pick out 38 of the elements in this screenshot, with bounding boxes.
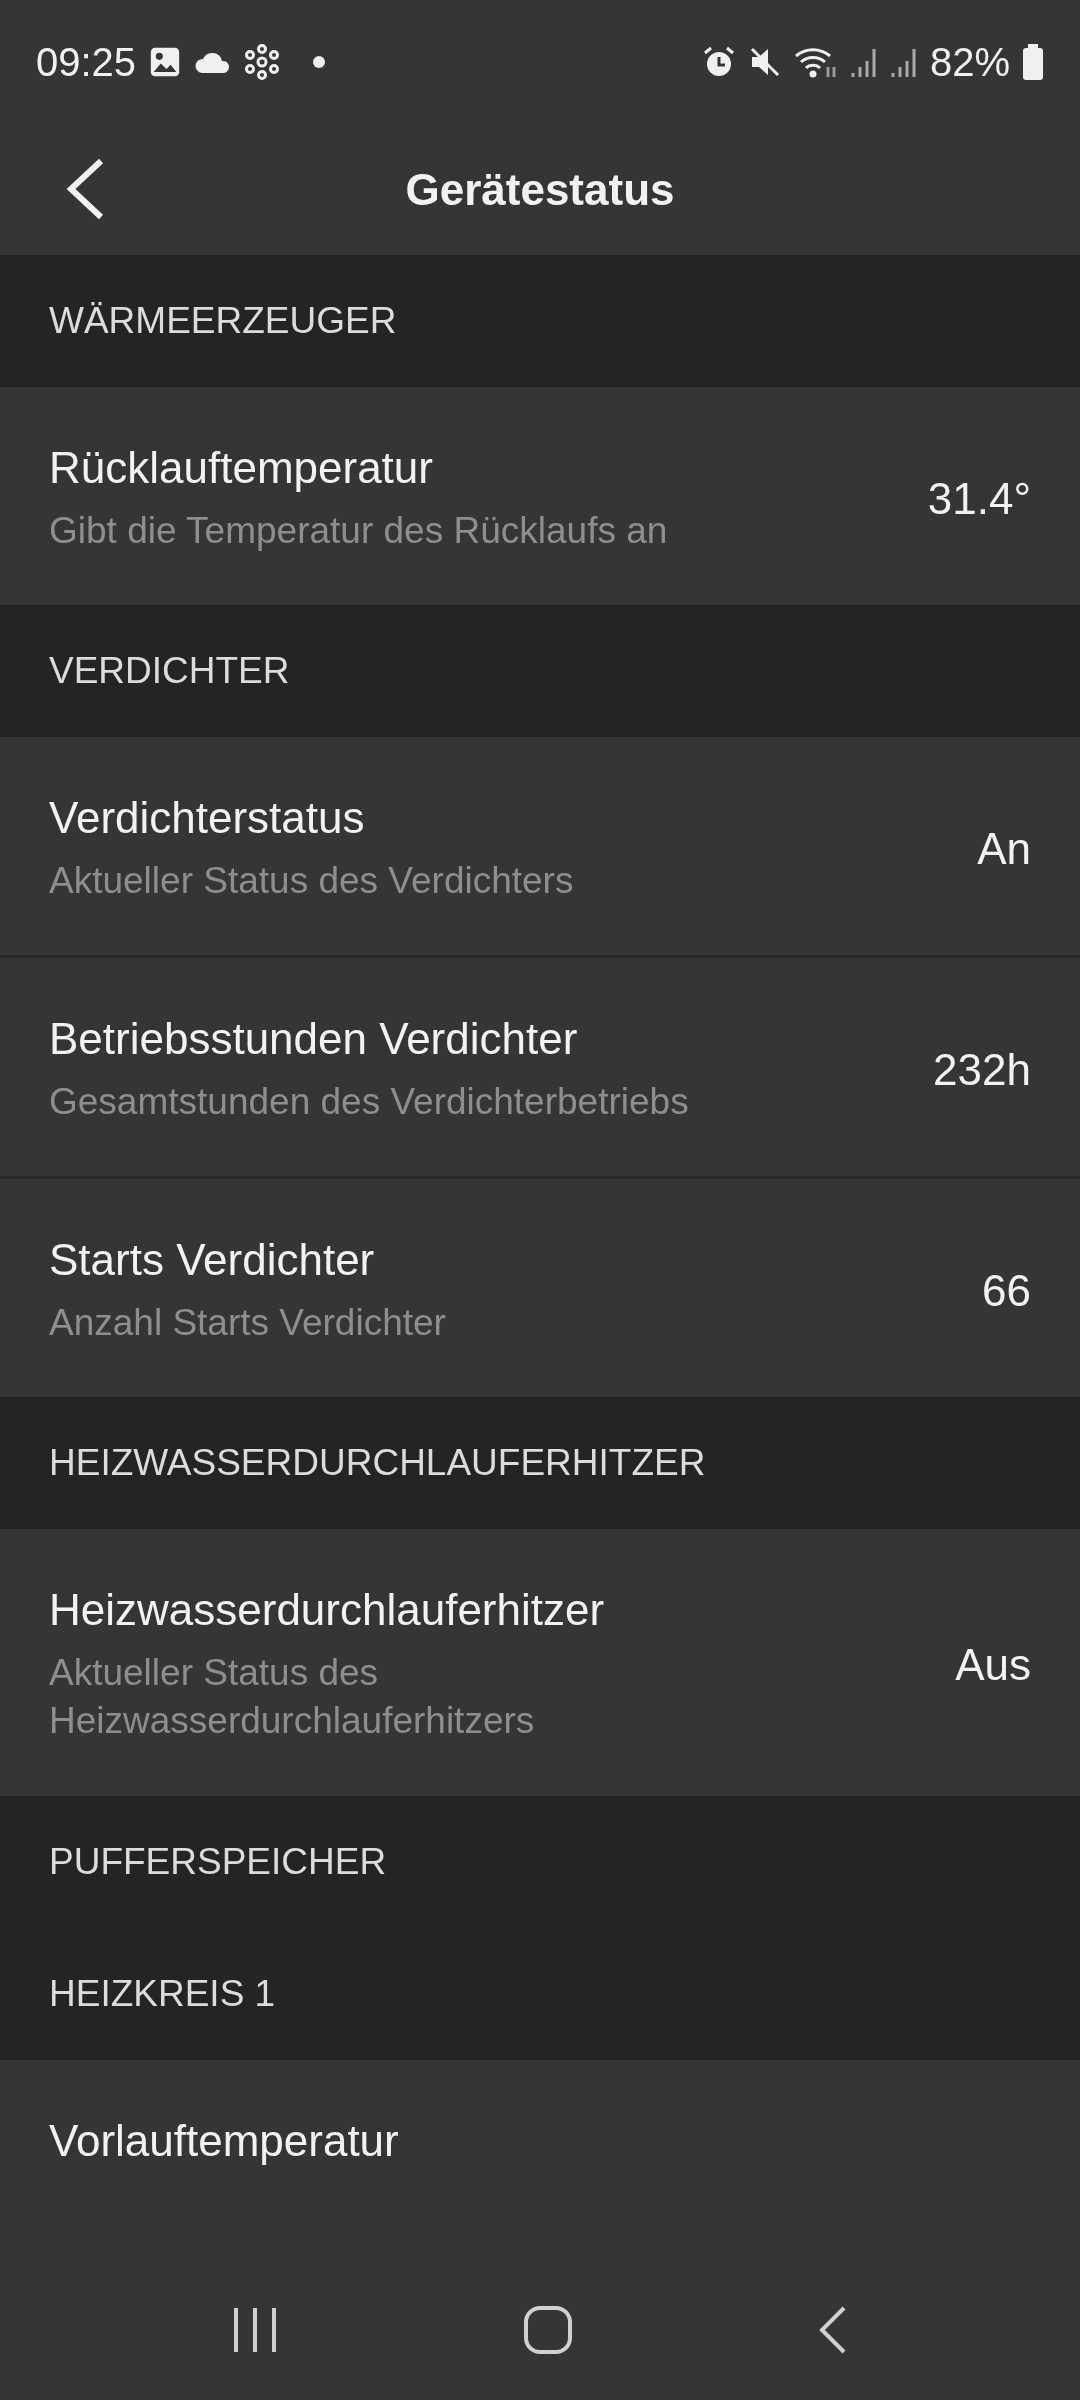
status-row[interactable]: Heizwasserdurchlauferhitzer Aktueller Status des Heizwasserdurchlauferhitzers Aus xyxy=(0,1529,1080,1796)
row-description: Gibt die Temperatur des Rücklaufs an xyxy=(49,509,669,553)
row-value: An xyxy=(977,824,1031,875)
row-title: Rücklauftemperatur xyxy=(49,443,434,493)
row-title: Verdichterstatus xyxy=(49,793,366,844)
section-title: WÄRMEERZEUGER xyxy=(49,300,397,342)
fan-icon xyxy=(244,44,281,80)
status-row[interactable]: Rücklauftemperatur Gibt die Temperatur des Rücklaufs an 31.4° xyxy=(0,387,1080,606)
row-title: Starts Verdichter xyxy=(49,1235,376,1286)
recents-button[interactable] xyxy=(232,2306,279,2354)
dot-icon xyxy=(312,55,327,69)
row-description: Gesamtstunden des Verdichterbetriebs xyxy=(49,1080,690,1125)
row-value: 66 xyxy=(982,1266,1031,1317)
row-description: Aktueller Status des Heizwasserdurchlauferhitzers xyxy=(49,1651,536,1744)
home-button[interactable] xyxy=(523,2305,573,2355)
row-value: Aus xyxy=(955,1640,1031,1691)
section-title: HEIZWASSERDURCHLAUFERHITZER xyxy=(49,1442,706,1485)
row-description: Aktueller Status des Verdichters xyxy=(49,859,575,904)
back-nav-button[interactable] xyxy=(817,2305,848,2355)
row-description: Anzahl Starts Verdichter xyxy=(49,1301,447,1346)
status-row[interactable]: Starts Verdichter Anzahl Starts Verdichter 66 xyxy=(0,1176,1080,1398)
row-title: Betriebsstunden Verdichter xyxy=(49,1014,579,1065)
battery-icon xyxy=(1022,44,1044,80)
section-title: VERDICHTER xyxy=(49,650,290,693)
section-title: HEIZKREIS 1 xyxy=(49,1972,276,2015)
status-row[interactable]: Verdichterstatus Aktueller Status des Verdichters An xyxy=(0,737,1080,956)
wifi-icon xyxy=(793,45,838,79)
page-title: Gerätestatus xyxy=(405,164,675,215)
row-value: 232h xyxy=(933,1045,1031,1096)
status-row[interactable]: Betriebsstunden Verdichter Gesamtstunden des Verdichterbetriebs 232h xyxy=(0,955,1080,1177)
row-title: Heizwasserdurchlauferhitzer xyxy=(49,1585,606,1636)
row-title: Vorlauftemperatur xyxy=(49,2115,400,2166)
clock: 09:25 xyxy=(36,39,137,85)
row-value: 31.4° xyxy=(927,474,1031,525)
alarm-icon xyxy=(701,45,736,79)
section-title: PUFFERSPEICHER xyxy=(49,1840,387,1883)
battery-percent: 82% xyxy=(929,39,1010,85)
status-row[interactable]: Vorlauftemperatur xyxy=(0,2059,1080,2260)
